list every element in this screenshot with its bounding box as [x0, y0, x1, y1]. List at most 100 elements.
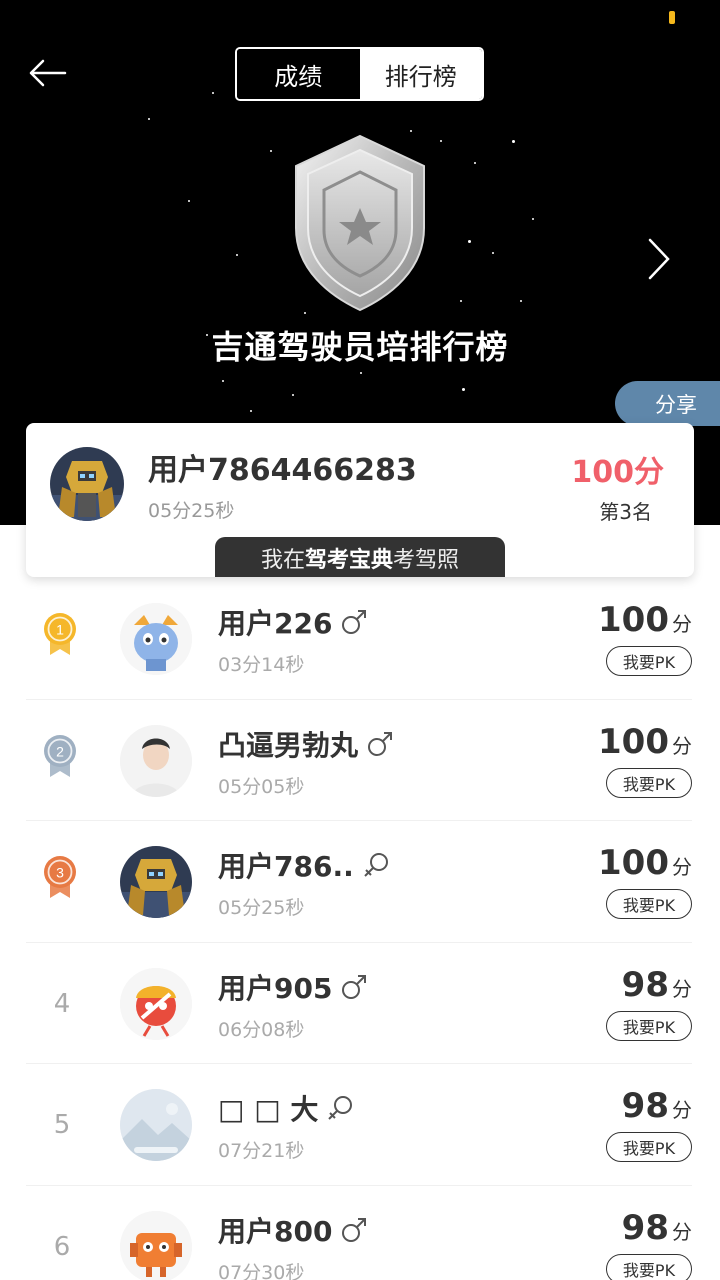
user-name: □ □ 大 [218, 1093, 319, 1127]
leaderboard-title: 吉通驾驶员培排行榜 [211, 328, 509, 366]
user-name-group: 凸逼男勃丸 [218, 724, 394, 764]
pk-button[interactable]: 我要PK [606, 1132, 692, 1163]
pk-button[interactable]: 我要PK [606, 767, 692, 798]
svg-text:1: 1 [56, 622, 64, 638]
user-name: 用户226 [218, 607, 333, 640]
male-gender-icon [368, 731, 393, 756]
promo-brand: 驾考宝典 [304, 548, 393, 573]
my-username: 用户7864466283 [148, 453, 417, 488]
user-time: 07分30秒 [218, 1261, 305, 1280]
list-item[interactable]: 4 用户905 06分08秒 98 分 我要PK [26, 943, 692, 1065]
my-score: 100分 [571, 455, 664, 490]
user-time: 07分21秒 [218, 1140, 305, 1163]
robot-avatar-image [50, 447, 124, 521]
promo-banner[interactable]: 我在 驾考宝典 考驾照 [215, 537, 505, 577]
avatar[interactable] [120, 967, 192, 1040]
male-gender-icon [342, 974, 367, 999]
promo-prefix: 我在 [260, 548, 305, 573]
user-name: 凸逼男勃丸 [218, 728, 359, 762]
avatar-image [120, 846, 192, 919]
rank-number: 6 [53, 1231, 71, 1262]
list-item[interactable]: 2 凸逼男勃丸 05分05秒 100 分 我要PK [26, 700, 692, 822]
my-result-card: 用户7864466283 05分25秒 100分 第3名 我在 驾考宝典 考驾照 [26, 423, 694, 577]
avatar[interactable] [120, 846, 192, 919]
male-gender-icon [342, 1217, 367, 1242]
list-item[interactable]: 1 用户226 03分14秒 100 分 我要PK [26, 578, 692, 700]
avatar-image [120, 1210, 192, 1280]
user-time: 06分08秒 [218, 1018, 305, 1041]
user-name-group: 用户905 [218, 967, 368, 1007]
user-score: 98 分 [622, 1086, 692, 1126]
user-name-group: 用户786.. [218, 845, 390, 885]
promo-suffix: 考驾照 [393, 548, 460, 573]
rank-medal: 2 [40, 733, 80, 779]
avatar-image [120, 967, 192, 1040]
user-score: 100 分 [598, 600, 692, 640]
my-rank: 第3名 [599, 500, 652, 524]
status-indicator [669, 11, 675, 24]
svg-text:2: 2 [56, 743, 64, 759]
user-name: 用户905 [218, 971, 333, 1005]
avatar[interactable] [120, 1210, 192, 1280]
segmented-tabs: 成绩 排行榜 [235, 47, 484, 101]
user-time: 05分05秒 [218, 775, 305, 798]
silver-medal-icon: 2 [44, 734, 76, 777]
user-name-group: 用户800 [218, 1210, 368, 1250]
avatar-image [120, 1089, 192, 1162]
user-name-group: □ □ 大 [218, 1088, 354, 1128]
user-name: 用户786.. [218, 850, 354, 884]
arrow-left-icon [29, 59, 67, 87]
score-value: 100 [598, 843, 669, 884]
rank-medal: 3 [40, 854, 80, 900]
avatar[interactable] [120, 724, 192, 797]
user-name: 用户800 [218, 1214, 333, 1248]
list-item[interactable]: 6 用户800 07分30秒 98 分 我要PK [26, 1186, 692, 1280]
user-score: 100 分 [598, 722, 692, 762]
rank-number: 5 [53, 1110, 71, 1141]
pk-button[interactable]: 我要PK [606, 1253, 692, 1280]
chevron-right-icon[interactable] [640, 236, 676, 282]
score-unit: 分 [672, 733, 692, 758]
score-value: 100 [598, 600, 669, 640]
score-value: 98 [621, 1086, 669, 1127]
avatar-image [120, 724, 192, 797]
female-gender-icon [364, 853, 388, 877]
score-unit: 分 [672, 976, 692, 1001]
avatar[interactable] [120, 1089, 192, 1162]
silver-shield-star-icon [295, 134, 425, 312]
list-item[interactable]: 3 用户786.. 05分25秒 100 分 我要PK [26, 821, 692, 943]
user-score: 100 分 [598, 843, 692, 883]
score-unit: 分 [672, 1098, 692, 1123]
avatar [50, 447, 124, 521]
avatar-image [120, 603, 192, 675]
back-button[interactable] [22, 50, 72, 96]
gold-medal-icon: 1 [44, 613, 76, 655]
user-time: 05分25秒 [218, 897, 305, 920]
score-value: 98 [621, 1207, 669, 1248]
user-score: 98 分 [622, 1208, 692, 1248]
tab-score[interactable]: 成绩 [237, 49, 360, 99]
rank-medal: 1 [40, 611, 80, 657]
my-time: 05分25秒 [148, 500, 235, 522]
user-time: 03分14秒 [218, 654, 305, 676]
pk-button[interactable]: 我要PK [606, 1010, 692, 1041]
svg-text:3: 3 [56, 865, 64, 881]
list-item[interactable]: 5 □ □ 大 07分21秒 98 分 我要PK [26, 1064, 692, 1186]
avatar[interactable] [120, 603, 192, 675]
share-button[interactable]: 分享 [615, 381, 720, 426]
score-value: 98 [621, 964, 669, 1005]
pk-button[interactable]: 我要PK [606, 646, 692, 676]
user-score: 98 分 [622, 965, 692, 1005]
pk-button[interactable]: 我要PK [606, 889, 692, 920]
bronze-medal-icon: 3 [44, 856, 76, 899]
rank-number: 4 [53, 988, 71, 1019]
user-name-group: 用户226 [218, 602, 368, 642]
score-unit: 分 [672, 1219, 692, 1244]
male-gender-icon [342, 610, 367, 634]
tab-leaderboard[interactable]: 排行榜 [359, 49, 482, 99]
female-gender-icon [328, 1096, 353, 1121]
ranking-list: 1 用户226 03分14秒 100 分 我要PK 2 凸逼男勃丸 05分05秒… [0, 578, 720, 1280]
score-unit: 分 [672, 612, 692, 636]
score-value: 100 [598, 721, 669, 762]
score-unit: 分 [672, 855, 692, 880]
